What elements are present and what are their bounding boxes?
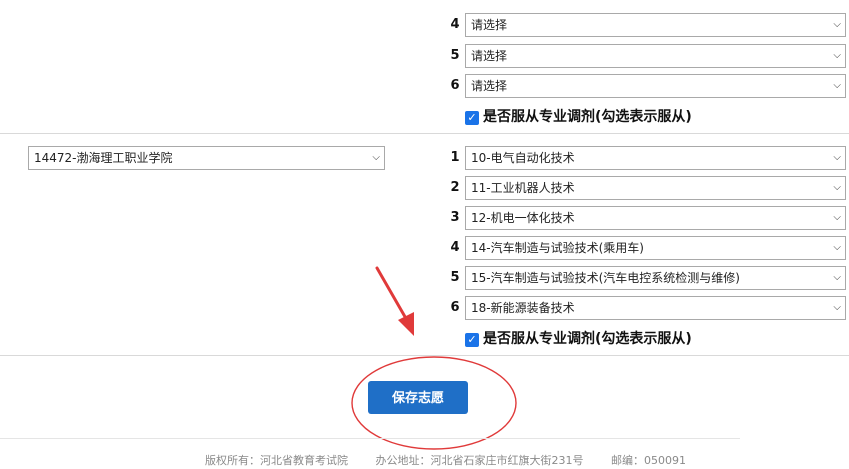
footer-address: 办公地址：河北省石家庄市红旗大街231号 xyxy=(375,454,584,467)
annotation-arrow xyxy=(375,266,414,336)
annotation-circle xyxy=(351,356,517,450)
footer-copyright: 版权所有：河北省教育考试院 xyxy=(205,454,348,467)
footer: 版权所有：河北省教育考试院 办公地址：河北省石家庄市红旗大街231号 邮编：05… xyxy=(205,452,710,468)
annotation-overlay xyxy=(351,266,517,450)
footer-divider xyxy=(0,438,740,439)
footer-postcode: 邮编：050091 xyxy=(611,454,686,467)
